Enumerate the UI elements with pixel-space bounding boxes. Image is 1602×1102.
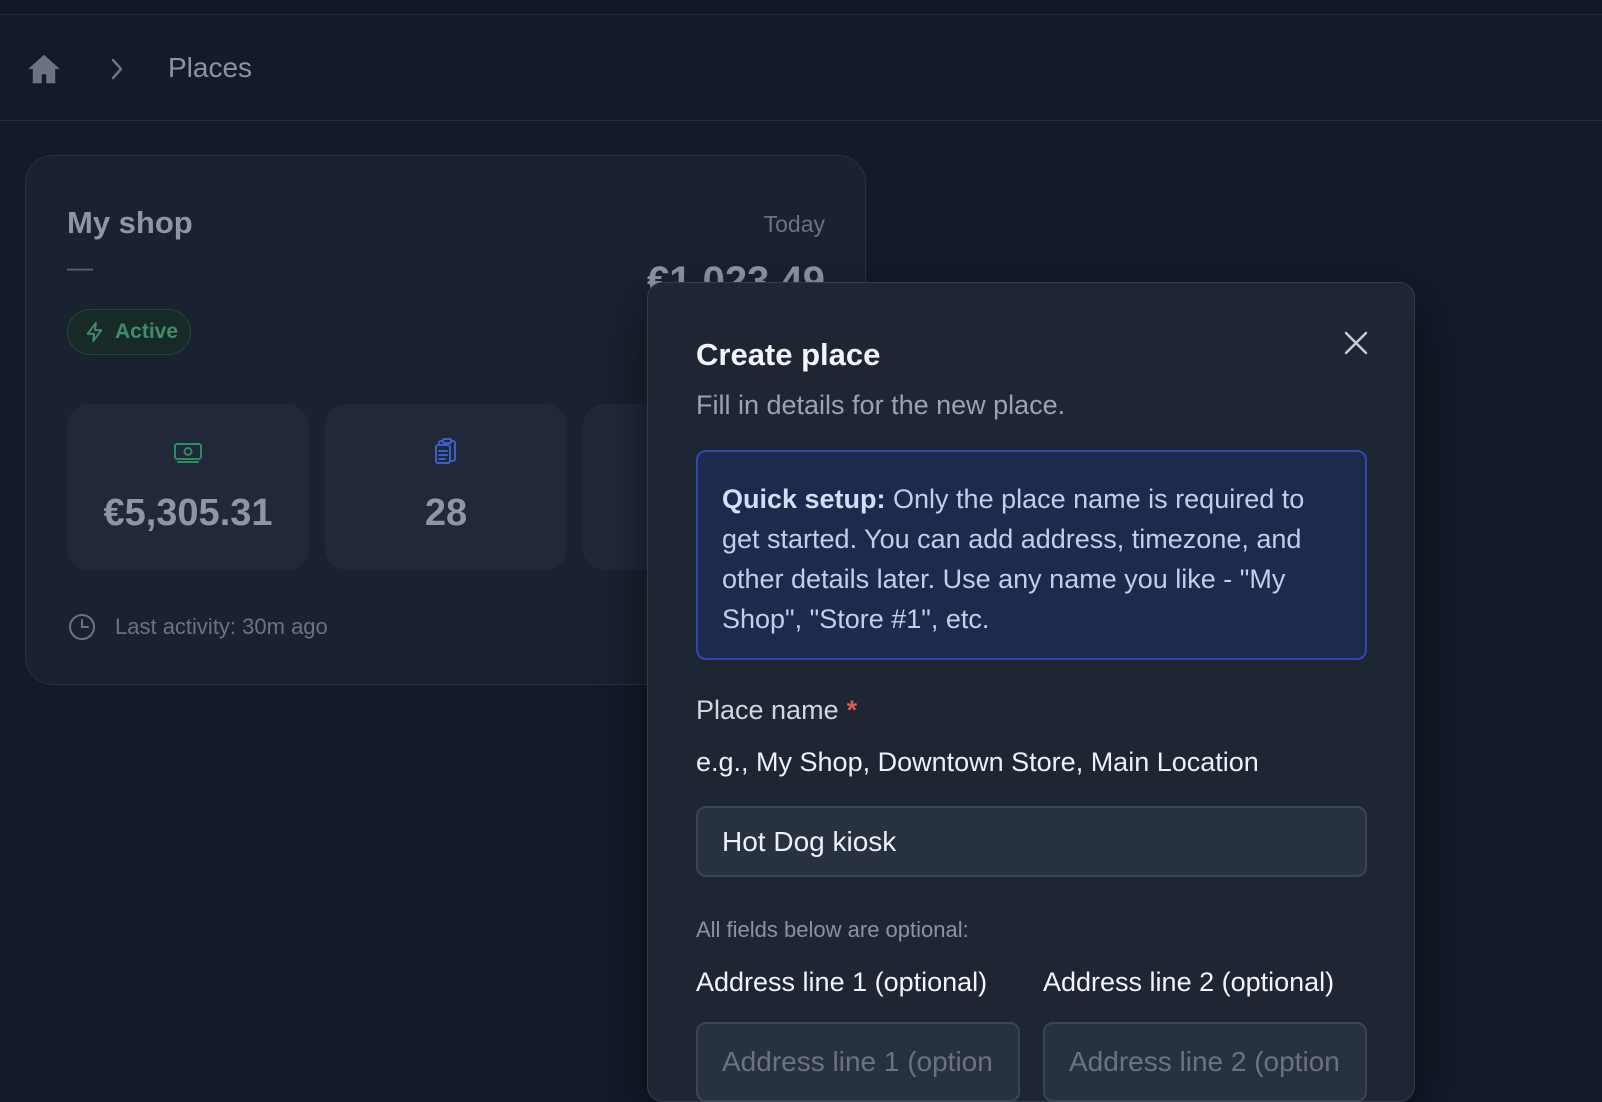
optional-note: All fields below are optional: [696,917,969,942]
chevron-right-icon [111,58,123,80]
close-icon[interactable] [1340,327,1372,359]
dialog-subtitle: Fill in details for the new place. [696,390,1066,420]
clipboard-icon [435,438,456,464]
quick-setup-info: Quick setup: Only the place name is requ… [696,450,1367,660]
status-badge: Active [67,309,191,355]
place-card-subtitle: — [67,252,93,282]
last-activity: Last activity: 30m ago [67,612,328,642]
required-marker: * [846,695,858,725]
orders-value: 28 [424,492,468,534]
place-name-input[interactable] [696,806,1367,877]
place-card-title: My shop [67,205,193,240]
address-line-2-input[interactable] [1043,1022,1367,1102]
place-name-label-text: Place name [696,695,839,725]
top-bar [0,0,1602,15]
clock-icon [69,614,95,640]
dialog-title: Create place [696,337,881,372]
lightning-icon [86,321,103,343]
last-activity-label: Last activity: 30m ago [115,614,328,639]
breadcrumb-current: Places [168,52,253,83]
period-label: Today [763,211,825,237]
page-header: Places [0,16,1602,121]
address-line-1-input[interactable] [696,1022,1020,1102]
banknote-icon [174,443,202,463]
orders-stat-tile: 28 [325,404,567,570]
revenue-stat-tile: €5,305.31 [67,404,309,570]
place-name-label: Place name * [696,695,857,726]
address-line-2-label: Address line 2 (optional) [1043,967,1335,997]
revenue-value: €5,305.31 [103,492,273,534]
create-place-dialog: Create place Fill in details for the new… [647,282,1415,1102]
info-heading: Quick setup: [722,484,886,514]
home-icon[interactable] [26,51,62,87]
place-name-help: e.g., My Shop, Downtown Store, Main Loca… [696,747,1259,777]
address-line-1-label: Address line 1 (optional) [696,967,988,997]
status-label: Active [115,320,179,343]
